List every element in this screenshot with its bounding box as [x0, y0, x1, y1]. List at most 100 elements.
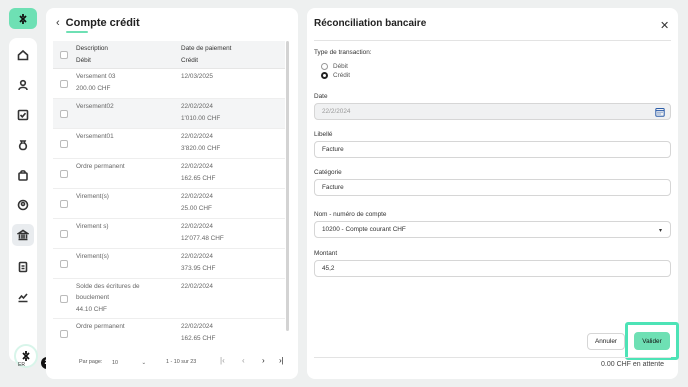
radio-debit-label: Débit [333, 63, 348, 70]
row-checkbox[interactable] [60, 260, 68, 268]
row-checkbox[interactable] [60, 140, 68, 148]
row-date: 12/03/2025 [181, 73, 213, 80]
radio-credit-indicator[interactable] [321, 72, 328, 79]
row-checkbox[interactable] [60, 110, 68, 118]
row-date: 22/02/2024 [181, 133, 213, 140]
chevron-down-icon: ⌄ [141, 359, 146, 366]
radio-credit[interactable]: Crédit [321, 72, 350, 79]
row-credit: 1'010.00 CHF [181, 115, 221, 122]
radio-debit-indicator[interactable] [321, 63, 328, 70]
row-description: Ordre permanent [76, 163, 125, 170]
per-page-value: 10 [112, 359, 118, 366]
page-range: 1 - 10 sur 23 [166, 359, 197, 365]
first-page-icon[interactable]: |‹ [220, 356, 225, 365]
categorie-input[interactable]: Facture [314, 179, 671, 196]
pagination: Par page: 10 ⌄ 1 - 10 sur 23 |‹ ‹ › ›| [79, 356, 289, 369]
back-chevron-icon[interactable]: ‹ [56, 17, 60, 29]
categorie-label: Catégorie [314, 169, 342, 176]
panel-header: ‹ Compte crédit [56, 17, 140, 29]
calendar-icon[interactable] [655, 107, 665, 117]
table-row[interactable]: Solde des écritures de bouclement 44.10 … [53, 279, 285, 319]
table-row[interactable]: Virement s) 22/02/2024 12'077.48 CHF [53, 219, 285, 249]
account-label: Nom - numéro de compte [314, 211, 387, 218]
row-checkbox[interactable] [60, 230, 68, 238]
cancel-button[interactable]: Annuler [587, 333, 625, 350]
transaction-type-label: Type de transaction: [314, 49, 372, 56]
row-date: 22/02/2024 [181, 103, 213, 110]
row-date: 22/02/2024 [181, 223, 213, 230]
nav-column [9, 38, 37, 362]
row-checkbox[interactable] [60, 200, 68, 208]
row-date: 22/02/2024 [181, 193, 213, 200]
radio-debit[interactable]: Débit [321, 63, 348, 70]
logo-icon[interactable] [9, 8, 37, 29]
close-icon[interactable]: ✕ [660, 19, 669, 32]
user-icon[interactable] [12, 74, 34, 96]
table-row[interactable]: Versement 03 200.00 CHF 12/03/2025 [53, 69, 285, 99]
row-description: Virement s) [76, 223, 109, 230]
row-description: Ordre permanent [76, 323, 125, 330]
prev-page-icon[interactable]: ‹ [242, 356, 245, 365]
row-credit: 3'820.00 CHF [181, 145, 221, 152]
header-divider [314, 40, 671, 41]
title-underline [66, 31, 88, 33]
montant-input[interactable]: 45,2 [314, 260, 671, 277]
table-scrollbar[interactable] [286, 41, 289, 331]
sidebar [9, 8, 37, 379]
per-page-label: Par page: [79, 359, 103, 365]
row-date: 22/02/2024 [181, 283, 213, 290]
checkbox-icon[interactable] [12, 104, 34, 126]
document-icon[interactable] [12, 256, 34, 278]
account-icon[interactable] [12, 194, 34, 216]
date-field: 22/2/2024 [314, 103, 671, 120]
bank-icon[interactable] [12, 224, 34, 246]
table-row[interactable]: Ordre permanent 22/02/2024 162.65 CHF [53, 319, 285, 349]
row-description: Virement(s) [76, 253, 109, 260]
row-description: Versement 03 [76, 73, 116, 80]
account-value: 10200 - Compte courant CHF [322, 226, 406, 233]
row-credit: 162.65 CHF [181, 175, 216, 182]
row-description-line2: bouclement [76, 294, 110, 301]
row-description: Virement(s) [76, 193, 109, 200]
chart-icon[interactable] [12, 286, 34, 308]
row-checkbox[interactable] [60, 330, 68, 338]
footer-divider [314, 357, 671, 358]
last-page-icon[interactable]: ›| [279, 356, 284, 365]
row-debit: 44.10 CHF [76, 306, 107, 313]
table-row[interactable]: Virement(s) 22/02/2024 373.95 CHF [53, 249, 285, 279]
row-date: 22/02/2024 [181, 253, 213, 260]
pending-amount: 0.00 CHF en attente [601, 361, 665, 368]
account-select[interactable]: 10200 - Compte courant CHF ▾ [314, 221, 671, 238]
row-debit: 200.00 CHF [76, 85, 111, 92]
user-initials: ER [18, 362, 25, 368]
account-panel: ‹ Compte crédit Description Débit Date d… [46, 8, 298, 379]
row-checkbox[interactable] [60, 80, 68, 88]
radio-credit-label: Crédit [333, 72, 351, 79]
next-page-icon[interactable]: › [262, 356, 265, 365]
table-row[interactable]: Ordre permanent 22/02/2024 162.65 CHF [53, 159, 285, 189]
table-row[interactable]: Versement02 22/02/2024 1'010.00 CHF [53, 99, 285, 129]
montant-label: Montant [314, 250, 338, 257]
table-row[interactable]: Virement(s) 22/02/2024 25.00 CHF [53, 189, 285, 219]
row-date: 22/02/2024 [181, 163, 213, 170]
header-debit: Débit [76, 57, 91, 64]
validate-button[interactable]: Valider [634, 332, 670, 350]
per-page-select[interactable]: 10 ⌄ [112, 357, 146, 368]
panel-title: Réconciliation bancaire [314, 18, 427, 29]
moneybag-icon[interactable] [12, 134, 34, 156]
bag-icon[interactable] [12, 164, 34, 186]
row-credit: 373.95 CHF [181, 265, 216, 272]
row-checkbox[interactable] [60, 170, 68, 178]
table-row[interactable]: Versement01 22/02/2024 3'820.00 CHF [53, 129, 285, 159]
home-icon[interactable] [12, 44, 34, 66]
row-date: 22/02/2024 [181, 323, 213, 330]
libelle-input[interactable]: Facture [314, 141, 671, 158]
select-all-checkbox[interactable] [60, 51, 68, 59]
table-header: Description Débit Date de paiement Crédi… [53, 41, 285, 69]
libelle-value: Facture [322, 146, 344, 153]
row-checkbox[interactable] [60, 295, 68, 303]
categorie-value: Facture [322, 184, 344, 191]
row-description: Versement02 [76, 103, 114, 110]
reconciliation-panel: Réconciliation bancaire ✕ Type de transa… [307, 8, 679, 379]
row-description: Versement01 [76, 133, 114, 140]
